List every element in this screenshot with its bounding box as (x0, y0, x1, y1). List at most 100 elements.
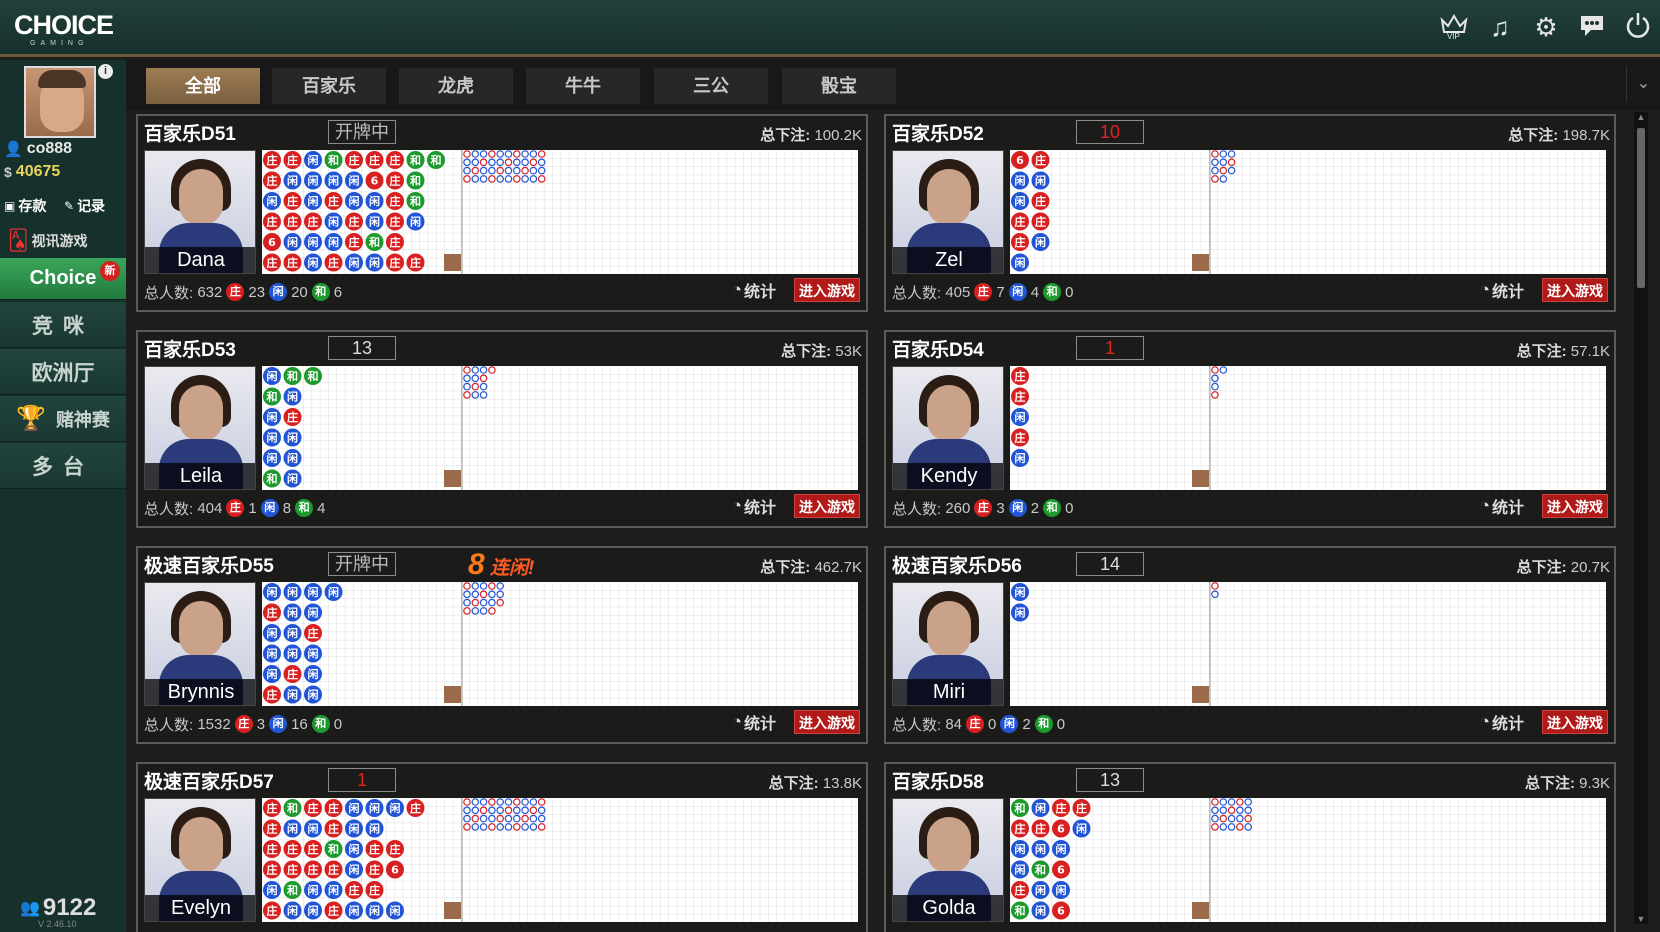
bead-road-letter: 庄 (287, 410, 298, 424)
table-name: 百家乐D51 (144, 124, 236, 145)
tab-niuniu[interactable]: 牛牛 (526, 68, 640, 104)
chat-icon[interactable] (1576, 10, 1608, 44)
bead-road-letter: 庄 (267, 688, 278, 702)
players-count: 405 (945, 283, 971, 301)
enter-game-button[interactable]: 进入游戏 (794, 278, 860, 302)
bead-road-letter: 庄 (328, 194, 339, 208)
deposit-button[interactable]: ▣ 存款 (4, 196, 46, 216)
total-bet: 总下注: 100.2K (760, 124, 862, 145)
scroll-up-icon[interactable]: ▲ (1634, 112, 1648, 122)
roadmap[interactable]: 闲闲闲闲庄闲闲闲闲庄闲闲闲闲庄闲庄闲闲 (262, 582, 858, 706)
enter-game-button[interactable]: 进入游戏 (1542, 710, 1608, 734)
roadmap[interactable]: 和闲庄庄庄庄6闲闲闲闲闲和6庄闲闲和闲6 (1010, 798, 1606, 922)
video-games-button[interactable]: 🂡 视讯游戏 (8, 228, 87, 253)
enter-game-button[interactable]: 进入游戏 (1542, 278, 1608, 302)
total-bet-value: 100.2K (814, 127, 862, 144)
scroll-down-icon[interactable]: ▼ (1634, 914, 1648, 924)
roadmap[interactable]: 庄庄闲和庄庄庄和和庄闲闲闲闲6庄和闲庄闲庄闲闲庄和庄庄庄闲庄闲庄闲6闲闲闲庄和庄… (262, 150, 858, 274)
scroll-thumb[interactable] (1637, 128, 1645, 288)
edit-icon: ✎ (64, 199, 75, 213)
roadmap[interactable]: 庄庄闲庄闲 (1010, 366, 1606, 490)
roadmap[interactable]: 庄和庄庄闲闲闲庄庄闲闲庄闲闲庄庄庄和闲庄庄庄庄庄庄闲庄6闲和闲闲庄庄庄闲闲庄闲闲… (262, 798, 858, 922)
dealer-photo: Brynnis (144, 582, 256, 706)
banker-chip-icon: 庄 (974, 499, 993, 517)
road-toggle-icon[interactable] (1192, 686, 1209, 703)
road-toggle-icon[interactable] (444, 254, 461, 271)
bead-road-letter: 庄 (390, 174, 401, 188)
game-table-card[interactable]: 百家乐D51 开牌中 总下注: 100.2K Dana 庄庄闲和庄庄庄和和庄闲闲闲闲 6 庄… (136, 114, 868, 312)
bead-road-letter: 庄 (267, 822, 278, 836)
avatar[interactable] (24, 66, 96, 138)
stats-button[interactable]: ◔ 统计 (1480, 710, 1524, 734)
game-table-card[interactable]: 百家乐D53 13 总下注: 53K Leila 闲和和和闲闲庄闲闲闲闲和闲 总人数: … (136, 330, 868, 528)
bead-road-letter: 闲 (287, 174, 298, 188)
stats-button[interactable]: ◔ 统计 (732, 494, 776, 518)
enter-game-button[interactable]: 进入游戏 (794, 494, 860, 518)
players-count: 404 (197, 499, 223, 517)
tab-sangong[interactable]: 三公 (654, 68, 768, 104)
road-toggle-icon[interactable] (1192, 470, 1209, 487)
music-icon[interactable]: ♫ (1484, 10, 1516, 44)
total-bet-label: 总下注: (1516, 559, 1567, 576)
roadmap[interactable]: 6庄闲闲闲庄庄庄庄闲闲 (1010, 150, 1606, 274)
bead-road-letter: 庄 (369, 883, 380, 897)
road-toggle-icon[interactable] (444, 902, 461, 919)
svg-text:VIP: VIP (1447, 32, 1460, 40)
stats-button[interactable]: ◔ 统计 (1480, 278, 1524, 302)
total-bet: 总下注: 20.7K (1517, 556, 1610, 577)
bead-road-letter: 闲 (349, 174, 360, 188)
tab-baccarat[interactable]: 百家乐 (272, 68, 386, 104)
game-table-card[interactable]: 百家乐D54 1 总下注: 57.1K Kendy 庄庄闲庄闲 总人数: 260 庄3 … (884, 330, 1616, 528)
nav-god-of-gamblers[interactable]: 🏆 赌神赛 (0, 396, 126, 442)
game-table-card[interactable]: 极速百家乐D55 开牌中 8 连闲! 总下注: 462.7K Brynnis 闲闲闲闲庄闲… (136, 546, 868, 744)
roadmap[interactable]: 闲闲 (1010, 582, 1606, 706)
app-root: CHOICE GAMING VIP ♫ ⚙ i 👤 co888 $ 40675 … (0, 0, 1660, 932)
enter-game-button[interactable]: 进入游戏 (1542, 494, 1608, 518)
tie-count: 0 (1065, 499, 1074, 517)
stats-label: 统计 (1491, 716, 1524, 733)
bead-road-letter: 庄 (308, 801, 319, 815)
nav-choice[interactable]: Choice 新 (0, 258, 126, 300)
bead-road-letter: 庄 (1015, 369, 1026, 383)
tab-dropdown-chevron-icon[interactable]: ⌄ (1626, 66, 1660, 102)
road-toggle-icon[interactable] (444, 686, 461, 703)
nav-jingmi[interactable]: 竞咪 (0, 302, 126, 348)
game-table-card[interactable]: 百家乐D58 13 总下注: 9.3K Golda 和闲庄庄庄庄 6 闲闲闲闲闲和 6 庄闲闲和… (884, 762, 1616, 932)
table-name: 极速百家乐D55 (144, 556, 274, 577)
tab-sicbo[interactable]: 骰宝 (782, 68, 896, 104)
top-icons: VIP ♫ ⚙ (1438, 10, 1654, 44)
records-button[interactable]: ✎ 记录 (64, 196, 105, 216)
enter-game-button[interactable]: 进入游戏 (794, 710, 860, 734)
tab-all[interactable]: 全部 (146, 68, 260, 104)
bead-road-letter: 庄 (308, 842, 319, 856)
stats-button[interactable]: ◔ 统计 (1480, 494, 1524, 518)
game-table-card[interactable]: 极速百家乐D56 14 总下注: 20.7K Miri 闲闲 总人数: 84 庄0 闲2… (884, 546, 1616, 744)
vip-crown-icon[interactable]: VIP (1438, 10, 1470, 44)
nav-europe-hall[interactable]: 欧洲厅 (0, 349, 126, 395)
scrollbar[interactable]: ▲ ▼ (1634, 112, 1648, 924)
bead-road-letter: 闲 (308, 585, 319, 599)
road-toggle-icon[interactable] (1192, 902, 1209, 919)
bead-road-letter: 闲 (1015, 585, 1026, 599)
game-table-card[interactable]: 百家乐D52 10 总下注: 198.7K Zel 6 庄闲闲闲庄庄庄庄闲闲 总人数: 4… (884, 114, 1616, 312)
bead-road-letter: 和 (267, 472, 278, 486)
bead-road-letter: 闲 (369, 194, 380, 208)
bead-road-letter: 庄 (349, 235, 360, 249)
road-toggle-icon[interactable] (1192, 254, 1209, 271)
bead-road-letter: 闲 (287, 390, 298, 404)
info-icon[interactable]: i (98, 64, 113, 79)
power-icon[interactable] (1622, 10, 1654, 44)
stats-button[interactable]: ◔ 统计 (732, 710, 776, 734)
bead-road-letter: 闲 (1035, 842, 1046, 856)
bead-road-letter: 闲 (267, 883, 278, 897)
bead-road-letter: 庄 (267, 153, 278, 167)
game-table-card[interactable]: 极速百家乐D57 1 总下注: 13.8K Evelyn 庄和庄庄闲闲闲庄庄闲闲庄闲闲庄… (136, 762, 868, 932)
tab-dragon-tiger[interactable]: 龙虎 (399, 68, 513, 104)
gear-icon[interactable]: ⚙ (1530, 10, 1562, 44)
nav-multi-table[interactable]: 多台 (0, 443, 126, 489)
stats-button[interactable]: ◔ 统计 (732, 278, 776, 302)
banker-chip-icon: 庄 (234, 715, 253, 733)
road-toggle-icon[interactable] (444, 470, 461, 487)
total-bet-label: 总下注: (1508, 127, 1559, 144)
roadmap[interactable]: 闲和和和闲闲庄闲闲闲闲和闲 (262, 366, 858, 490)
